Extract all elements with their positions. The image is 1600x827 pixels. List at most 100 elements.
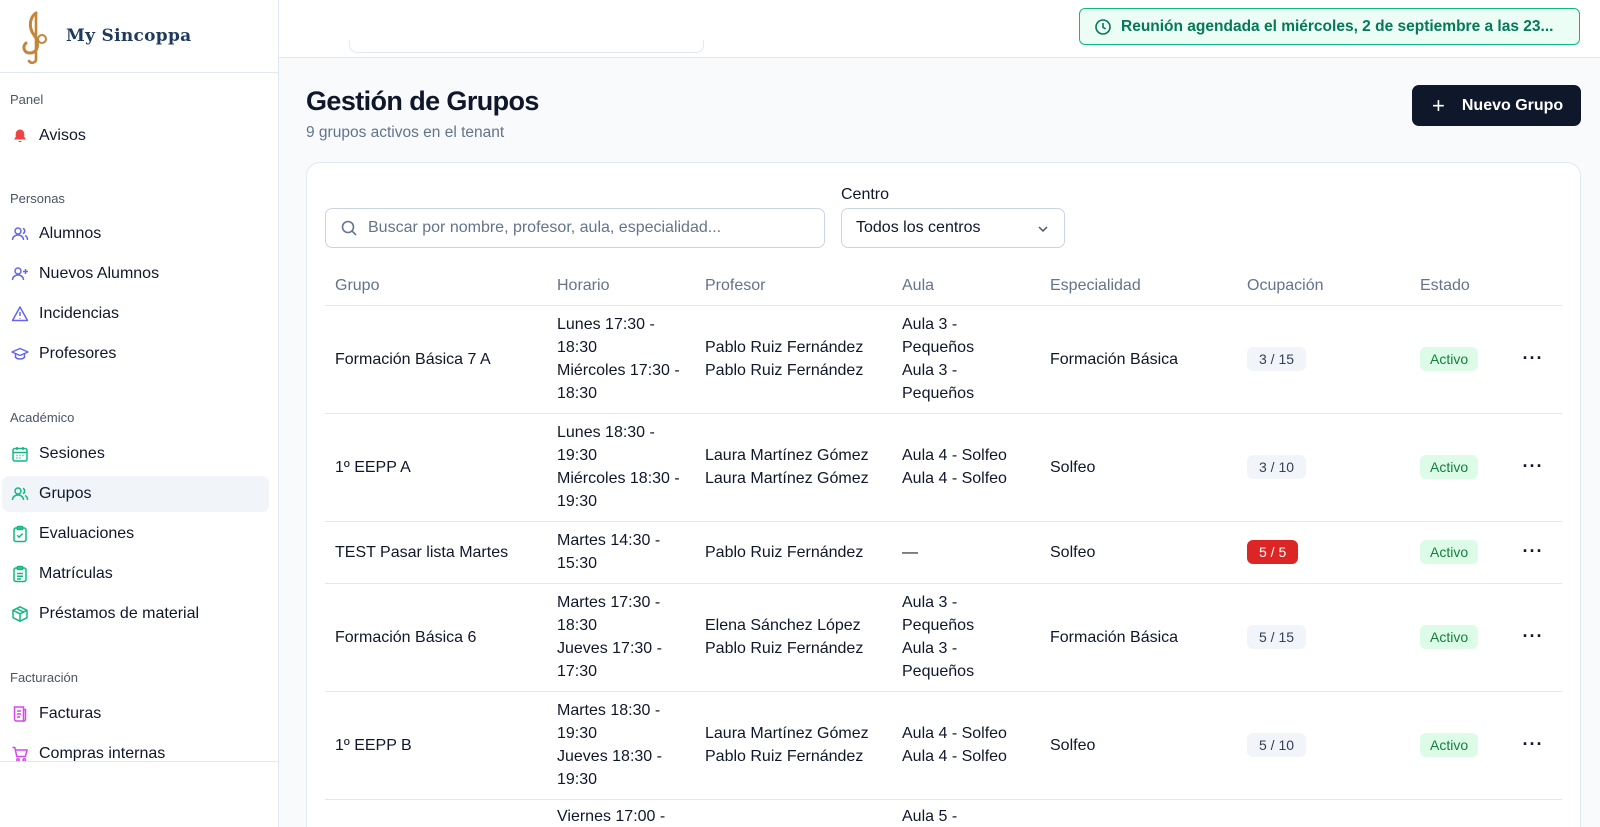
cell-actions: ···: [1511, 583, 1562, 692]
cell-grupo: [325, 799, 547, 827]
aula-line: Pequeños: [902, 385, 975, 402]
aula-line: Aula 4 - Solfeo: [902, 470, 1007, 487]
cell-profesor: Pablo Ruiz Fernández Pablo Ruiz Fernández: [695, 305, 892, 414]
sidebar-item-matriculas[interactable]: Matrículas: [2, 556, 269, 592]
aula-line: Aula 4 - Solfeo: [902, 748, 1007, 765]
column-header-ocupacion[interactable]: Ocupación: [1237, 267, 1410, 306]
sidebar-item-facturas[interactable]: Facturas: [2, 696, 269, 732]
sidebar-item-prestamos-material[interactable]: Préstamos de material: [2, 596, 269, 632]
cell-estado: Activo: [1410, 305, 1511, 414]
profesor-line: Pablo Ruiz Fernández: [705, 543, 864, 561]
cell-horario: Martes 14:30 - 15:30: [547, 521, 695, 584]
cell-ocupacion: 5 / 10: [1237, 691, 1410, 800]
column-header-estado[interactable]: Estado: [1410, 267, 1511, 306]
sidebar-item-sesiones[interactable]: Sesiones: [2, 436, 269, 472]
topbar: Reunión agendada el miércoles, 2 de sept…: [279, 0, 1600, 58]
cell-especialidad: Formación Básica: [1040, 305, 1237, 414]
chevron-down-icon: [1038, 226, 1048, 233]
cell-estado: Activo: [1410, 413, 1511, 522]
new-group-button[interactable]: + Nuevo Grupo: [1412, 85, 1581, 126]
sidebar-item-label: Incidencias: [39, 305, 120, 322]
clipboard-list-icon: [11, 565, 29, 583]
meeting-toast[interactable]: Reunión agendada el miércoles, 2 de sept…: [1079, 8, 1580, 45]
table-row[interactable]: 1º EEPP A Lunes 18:30 - 19:30 Miércoles 18:…: [325, 413, 1562, 522]
sidebar-item-evaluaciones[interactable]: Evaluaciones: [2, 516, 269, 552]
sidebar-item-grupos[interactable]: Grupos: [2, 476, 269, 512]
sidebar-item-label: Alumnos: [39, 225, 102, 242]
centro-select[interactable]: Todos los centros: [841, 208, 1065, 248]
more-actions-icon[interactable]: ···: [1521, 625, 1545, 649]
more-actions-icon[interactable]: ···: [1521, 455, 1545, 479]
clipboard-check-icon: [11, 525, 29, 543]
search-input[interactable]: [368, 219, 808, 237]
cell-estado: [1410, 799, 1511, 827]
cell-estado: Activo: [1410, 583, 1511, 692]
aula-line: Pequeños: [902, 663, 975, 680]
alert-triangle-icon: [11, 305, 29, 323]
sidebar-item-alumnos[interactable]: Alumnos: [2, 216, 269, 252]
column-header-horario[interactable]: Horario: [547, 267, 695, 306]
cell-horario: Martes 17:30 - 18:30 Jueves 17:30 - 17:30: [547, 583, 695, 692]
column-header-grupo[interactable]: Grupo: [325, 267, 547, 306]
sidebar-item-label: Grupos: [39, 485, 92, 502]
cell-horario: Lunes 17:30 - 18:30 Miércoles 17:30 - 18:30: [547, 305, 695, 414]
sidebar-item-incidencias[interactable]: Incidencias: [2, 296, 269, 332]
table-row[interactable]: TEST Pasar lista Martes Martes 14:30 - 15:…: [325, 521, 1562, 584]
calendar-icon: [11, 445, 29, 463]
horario-line: 17:30: [557, 663, 598, 680]
aula-line: Aula 3 -: [902, 362, 958, 379]
cell-grupo: 1º EEPP B: [325, 691, 547, 800]
cell-ocupacion: 3 / 15: [1237, 305, 1410, 414]
centro-select-value: Todos los centros: [856, 219, 981, 236]
centro-label: Centro: [841, 186, 890, 203]
sidebar-item-avisos[interactable]: Avisos: [2, 118, 269, 154]
horario-line: Lunes 18:30 -: [557, 424, 655, 441]
groups-card: Centro Todos los centros Grupo Horario P…: [306, 162, 1581, 827]
aula-line: Aula 3 -: [902, 640, 958, 657]
cell-ocupacion: 5 / 5: [1237, 521, 1410, 584]
sidebar-item-label: Nuevos Alumnos: [39, 265, 160, 282]
cell-aula: Aula 3 - Pequeños Aula 3 - Pequeños: [892, 305, 1040, 414]
aula-line: Pequeños: [902, 339, 975, 356]
search-field[interactable]: [325, 208, 825, 248]
brand-header[interactable]: My Sincoppa: [0, 0, 278, 73]
sidebar-item-nuevos-alumnos[interactable]: Nuevos Alumnos: [2, 256, 269, 292]
column-header-profesor[interactable]: Profesor: [695, 267, 892, 306]
sidebar-item-label: Evaluaciones: [39, 525, 135, 542]
table-row[interactable]: Formación Básica 6 Martes 17:30 - 18:30 Jue…: [325, 583, 1562, 692]
cell-especialidad: Formación Básica: [1040, 583, 1237, 692]
table-row[interactable]: Viernes 17:00 - Aula 5 -: [325, 799, 1562, 827]
cell-actions: ···: [1511, 691, 1562, 800]
horario-line: Martes 14:30 -: [557, 532, 661, 549]
more-actions-icon[interactable]: ···: [1521, 733, 1545, 757]
horario-line: Miércoles 17:30 -: [557, 362, 680, 379]
table-row[interactable]: 1º EEPP B Martes 18:30 - 19:30 Jueves 18:30…: [325, 691, 1562, 800]
nav-section-personas: Personas: [10, 191, 65, 206]
table-row[interactable]: Formación Básica 7 A Lunes 17:30 - 18:30 Mi…: [325, 305, 1562, 414]
aula-line: Aula 4 - Solfeo: [902, 725, 1007, 742]
aula-line: Aula 3 -: [902, 594, 958, 611]
more-actions-icon[interactable]: ···: [1521, 347, 1545, 371]
topbar-search-input[interactable]: [349, 40, 704, 53]
cell-especialidad: Solfeo: [1040, 691, 1237, 800]
aula-line: Aula 5 -: [902, 808, 958, 825]
status-badge: Activo: [1420, 455, 1479, 479]
cell-aula: Aula 5 -: [892, 799, 1040, 827]
sidebar-item-profesores[interactable]: Profesores: [2, 336, 269, 372]
column-header-especialidad[interactable]: Especialidad: [1040, 267, 1237, 306]
column-header-aula[interactable]: Aula: [892, 267, 1040, 306]
user-plus-icon: [11, 265, 29, 283]
cell-aula: Aula 4 - Solfeo Aula 4 - Solfeo: [892, 691, 1040, 800]
cell-actions: ···: [1511, 413, 1562, 522]
horario-line: 18:30: [557, 617, 598, 634]
occupancy-badge: 5 / 5: [1247, 540, 1299, 564]
nav-section-facturacion: Facturación: [10, 670, 78, 685]
treble-clef-logo-icon: [22, 11, 47, 65]
graduation-cap-icon: [11, 345, 29, 363]
cell-profesor: Elena Sánchez López Pablo Ruiz Fernández: [695, 583, 892, 692]
sidebar-item-label: Facturas: [39, 705, 102, 722]
more-actions-icon[interactable]: ···: [1521, 540, 1545, 564]
profesor-line: Pablo Ruiz Fernández: [705, 362, 864, 379]
horario-line: 19:30: [557, 725, 598, 742]
groups-table: Grupo Horario Profesor Aula Especialidad…: [325, 267, 1562, 827]
